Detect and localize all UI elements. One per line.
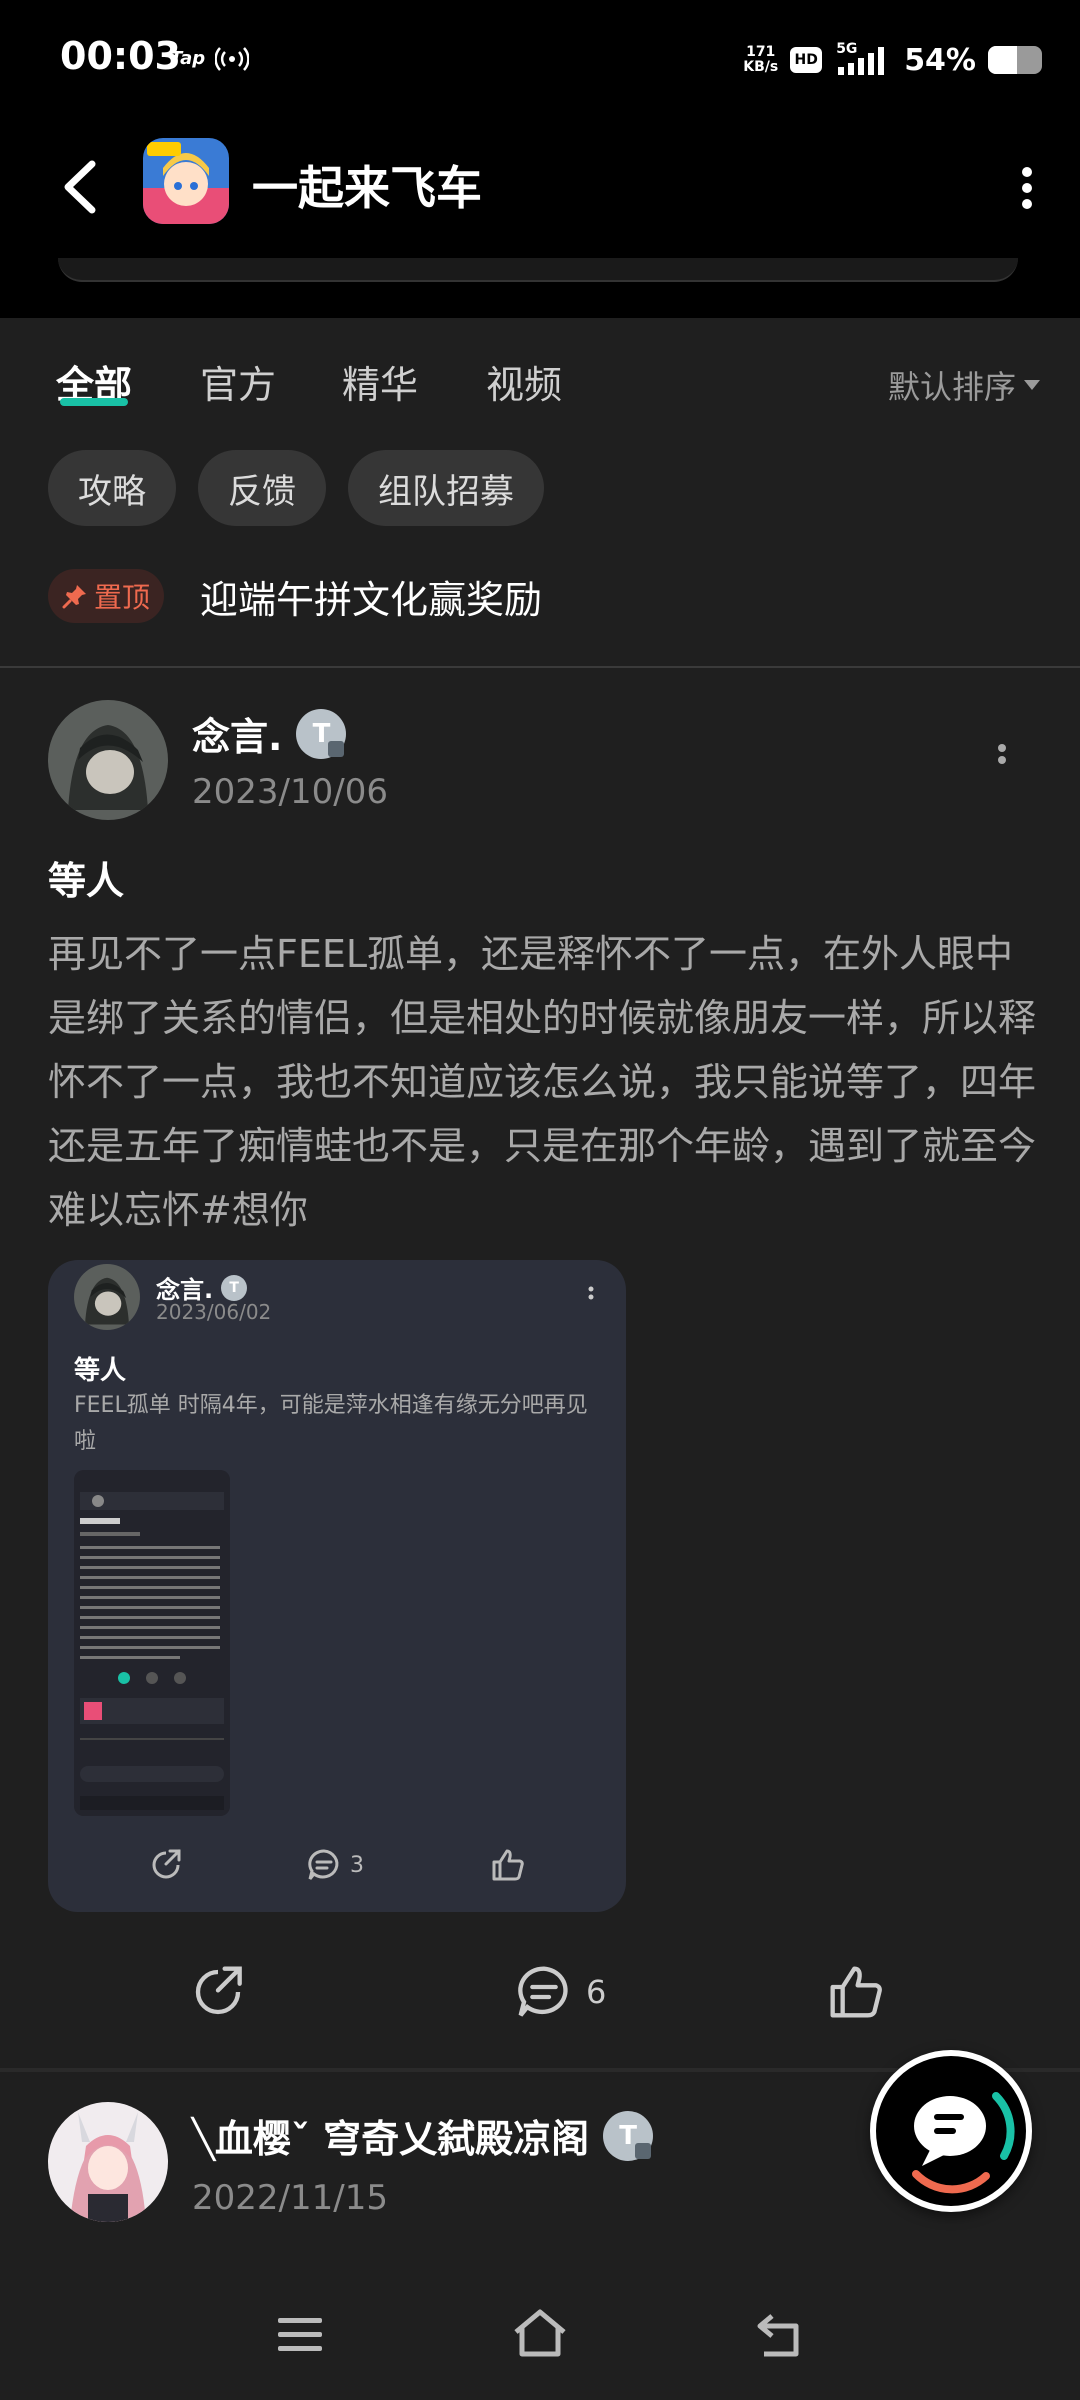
post-actions: 6 [0,1952,1080,2032]
tab-official[interactable]: 官方 [200,354,276,409]
author-name-text: 念言. [192,715,283,759]
quoted-share [148,1842,184,1888]
pinned-post[interactable]: 置顶 迎端午拼文化赢奖励 [48,564,542,628]
badge-sub [635,2142,652,2159]
quoted-comment: 3 [306,1842,364,1888]
header-banner-edge [58,258,1018,282]
home-icon[interactable] [510,2306,570,2362]
post2-author-name-text: ╲血樱ˇ 穹奇乂弑殿凉阁 [192,2117,590,2161]
avatar-image [48,700,168,820]
post-title[interactable]: 等人 [48,850,124,905]
sort-dropdown[interactable]: 默认排序 [888,362,1040,408]
pinned-badge-label: 置顶 [94,581,151,614]
quoted-author-avatar [74,1264,140,1330]
comment-icon [518,1966,568,2017]
caret-down-icon [1024,380,1040,390]
chip-team-recruit[interactable]: 组队招募 [348,450,544,526]
hotspot-icon [215,47,249,71]
game-logo[interactable] [143,138,229,224]
chat-fab[interactable] [870,2050,1032,2212]
post2-author-avatar[interactable] [48,2102,168,2222]
hd-icon: HD [790,47,823,73]
system-nav-bar [0,2268,1080,2400]
tab-video[interactable]: 视频 [486,354,562,409]
page-title: 一起来飞车 [252,161,482,215]
quoted-screenshot-thumbnail [74,1470,230,1816]
share-icon [195,1966,242,2015]
post2-author-name[interactable]: ╲血樱ˇ 穹奇乂弑殿凉阁 T [192,2108,654,2163]
post-body[interactable]: 再见不了一点FEEL孤单，还是释怀不了一点，在外人眼中是绑了关系的情侣，但是相处… [48,922,1038,1242]
pin-icon [62,585,86,609]
battery-percent: 54% [904,42,976,78]
post-author-avatar[interactable] [48,700,168,820]
back-icon[interactable] [752,2306,812,2362]
filter-tabs: 全部 官方 精华 视频 默认排序 [0,318,1080,438]
battery-icon [988,46,1042,74]
share-button[interactable] [188,1952,248,2032]
like-button[interactable] [826,1952,886,2032]
quoted-body: FEEL孤单 时隔4年，可能是萍水相逢有缘无分吧再见啦 [74,1393,588,1454]
net-speed: 171 KB/s [743,45,778,75]
quoted-comment-count: 3 [350,1852,364,1878]
quoted-actions: 3 [48,1842,626,1892]
tab-active-indicator [60,398,128,406]
post2-level-badge: T [603,2110,654,2161]
screenshot-image [74,1470,230,1816]
chat-bubble-icon [912,2092,1015,2194]
category-chips: 攻略 反馈 组队招募 [48,450,544,526]
status-bar: 00:03 Tap 171 KB/s HD 5G 54% [0,0,1080,118]
badge-sub [328,740,345,757]
app-header: 一起来飞车 [0,118,1080,318]
menu-icon[interactable] [270,2306,330,2362]
net-speed-unit: KB/s [743,59,779,75]
post2-date: 2022/11/15 [192,2178,388,2218]
battery-fill [988,46,1018,74]
network-type: 5G [836,41,858,57]
quoted-more-icon [588,1286,594,1300]
thumbs-up-icon [492,1849,524,1881]
post-more-icon[interactable] [992,738,1012,778]
pinned-badge: 置顶 [48,569,165,623]
comment-icon [308,1849,339,1880]
status-right: 171 KB/s HD 5G 54% [743,38,1042,82]
divider [0,666,1080,668]
quoted-like [490,1842,526,1888]
sort-label: 默认排序 [887,368,1016,406]
thumbs-up-icon [830,1966,882,2018]
game-logo-image [143,138,229,224]
pinned-title: 迎端午拼文化赢奖励 [200,577,543,622]
vertical-dots-icon[interactable] [1014,158,1040,218]
tab-featured[interactable]: 精华 [342,354,418,409]
comment-button[interactable]: 6 [514,1952,606,2032]
tap-app-icon: Tap [170,48,206,69]
quoted-post-card[interactable]: 念言. T 2023/06/02 等人 FEEL孤单 时隔4年，可能是萍水相逢有… [48,1260,626,1912]
chip-feedback[interactable]: 反馈 [198,450,326,526]
quoted-avatar-image [74,1264,140,1330]
cell-signal-icon: 5G [834,41,892,77]
comment-count: 6 [586,1973,607,2011]
user-level-badge: T [296,708,347,759]
back-arrow-icon[interactable] [54,152,104,222]
share-icon [152,1849,181,1879]
post-author-name[interactable]: 念言. T [192,706,347,761]
post-date: 2023/10/06 [192,772,388,812]
quoted-level-badge: T [221,1274,248,1301]
avatar-image [48,2102,168,2222]
quoted-title: 等人 [74,1356,127,1386]
chip-guide[interactable]: 攻略 [48,450,176,526]
status-time: 00:03 [60,34,181,78]
quoted-date: 2023/06/02 [156,1300,272,1324]
net-speed-value: 171 [746,44,776,60]
